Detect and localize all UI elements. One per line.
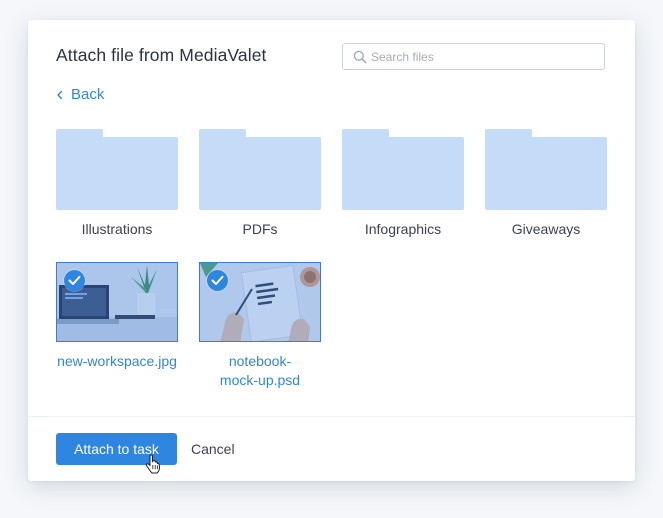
file-notebook-mock-up[interactable]: notebook- mock-up.psd bbox=[199, 262, 321, 388]
back-label: Back bbox=[71, 86, 105, 103]
folder-icon bbox=[199, 129, 321, 211]
file-thumbnail bbox=[56, 262, 178, 342]
chevron-left-icon bbox=[57, 90, 63, 99]
folder-label: PDFs bbox=[242, 221, 278, 237]
file-label-line: mock-up.psd bbox=[219, 372, 301, 388]
footer-divider bbox=[28, 416, 635, 417]
back-link[interactable]: Back bbox=[56, 86, 104, 103]
cancel-button[interactable]: Cancel bbox=[191, 433, 235, 465]
folder-infographics[interactable]: Infographics bbox=[342, 129, 464, 237]
search-icon bbox=[353, 50, 367, 64]
folder-icon bbox=[342, 129, 464, 211]
attach-to-task-button[interactable]: Attach to task bbox=[56, 433, 177, 465]
folder-icon bbox=[56, 129, 178, 211]
file-label: notebook- mock-up.psd bbox=[189, 352, 331, 390]
file-label: new-workspace.jpg bbox=[57, 353, 177, 369]
selected-check-icon bbox=[64, 270, 85, 291]
folder-label: Infographics bbox=[364, 221, 442, 237]
selected-check-icon bbox=[207, 270, 228, 291]
folder-giveaways[interactable]: Giveaways bbox=[485, 129, 607, 237]
folder-illustrations[interactable]: Illustrations bbox=[56, 129, 178, 237]
search-input[interactable] bbox=[371, 47, 596, 66]
dialog-title: Attach file from MediaValet bbox=[56, 45, 267, 65]
folder-label: Illustrations bbox=[81, 221, 153, 237]
folder-pdfs[interactable]: PDFs bbox=[199, 129, 321, 237]
folder-icon bbox=[485, 129, 607, 211]
attach-file-dialog: Attach file from MediaValet Back Illustr… bbox=[28, 20, 635, 481]
search-box[interactable] bbox=[342, 43, 605, 70]
file-new-workspace[interactable]: new-workspace.jpg bbox=[56, 262, 178, 369]
file-label-line: notebook- bbox=[228, 353, 292, 369]
file-thumbnail bbox=[199, 262, 321, 342]
folder-label: Giveaways bbox=[511, 221, 581, 237]
